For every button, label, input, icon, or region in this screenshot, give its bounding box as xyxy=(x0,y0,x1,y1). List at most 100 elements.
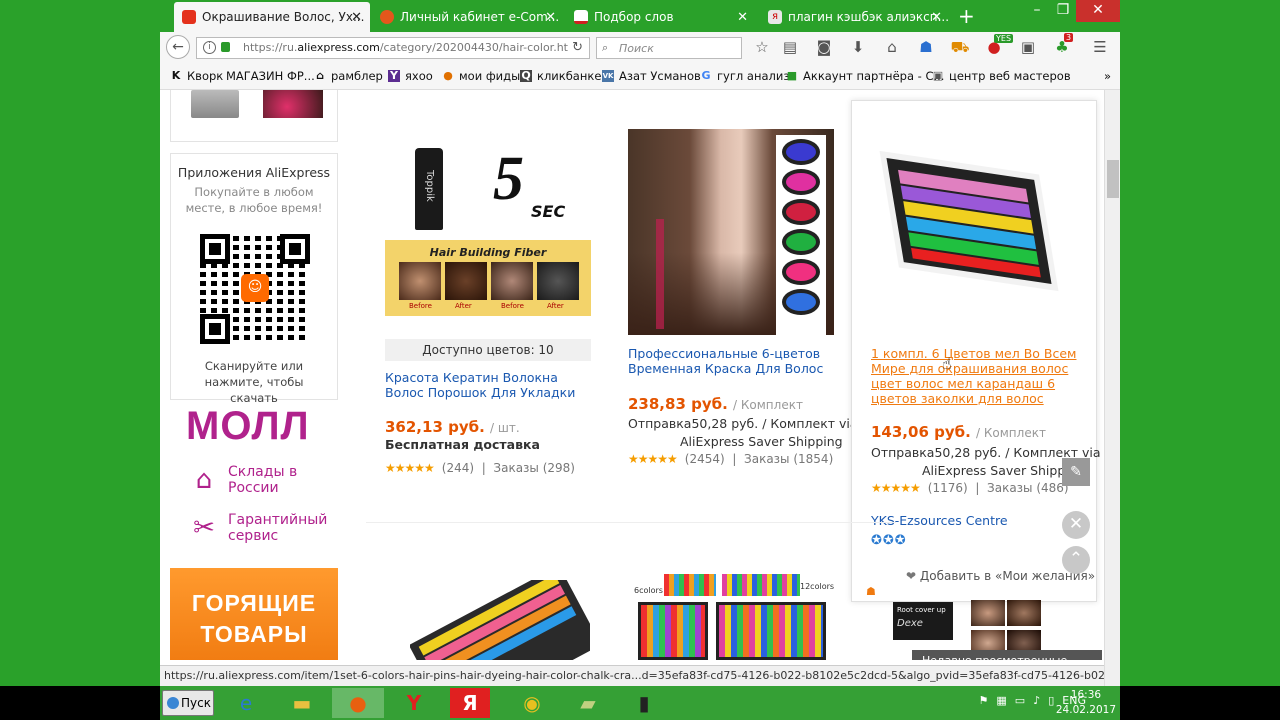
tab-aliexpress[interactable]: Окрашивание Волос, Ух... ✕ xyxy=(174,2,370,32)
clickbank-icon: Q xyxy=(520,69,532,82)
menu-icon[interactable]: ☰ xyxy=(1090,38,1110,56)
product-image-2[interactable] xyxy=(628,129,834,335)
more-bookmarks-icon[interactable]: » xyxy=(1104,69,1111,83)
recently-viewed-panel[interactable]: Недавно просмотренные xyxy=(912,650,1102,660)
seller-link[interactable]: YKS-Ezsources Centre xyxy=(871,513,1008,528)
firefox-icon[interactable]: ● xyxy=(332,688,384,718)
extension-icon[interactable]: ♣ 3 xyxy=(1052,33,1074,56)
shipping-line-2: AliExpress Saver Shipping xyxy=(922,463,1085,478)
close-circle-icon[interactable]: ✕ xyxy=(1062,511,1090,539)
camera-icon[interactable]: ▮ xyxy=(618,688,670,718)
reload-icon[interactable]: ↻ xyxy=(572,40,583,55)
bookmark-partner[interactable]: ■ Аккаунт партнёра - С... xyxy=(786,69,945,83)
reviews-count[interactable]: (2454) xyxy=(685,452,725,466)
price-unit: / Комплект xyxy=(733,398,803,412)
bookmark-clickbank[interactable]: Qкликбанке xyxy=(520,69,601,83)
taskbar: Пуск e ▬ ● Y Я ◉ ▰ ▮ ⚑ ▦ ▭ ♪ ▯ ENG 16:36… xyxy=(160,686,1120,720)
tab-label: плагин кэшбэк алиэксп... xyxy=(788,10,950,24)
bookmark-vk[interactable]: VK Азат Усманов xyxy=(602,69,701,83)
bookmark-star-icon[interactable]: ☆ xyxy=(752,38,772,56)
bookmark-yahoo[interactable]: Yяхоо xyxy=(388,69,433,83)
flag-icon[interactable]: ⚑ xyxy=(979,694,989,707)
hair-photo xyxy=(1007,600,1041,626)
home-icon[interactable]: ⌂ xyxy=(882,38,902,56)
scalp-photo xyxy=(537,262,579,300)
tab-ecommerce[interactable]: Личный кабинет e-Com... ✕ xyxy=(372,2,564,32)
reader-icon[interactable]: ▤ xyxy=(780,38,800,56)
monitor-icon[interactable]: ▭ xyxy=(1015,694,1025,707)
yandex-browser-icon[interactable]: Я xyxy=(450,688,490,718)
product-thumb[interactable] xyxy=(191,90,239,118)
ie-icon[interactable]: e xyxy=(220,688,272,718)
start-button[interactable]: Пуск xyxy=(162,690,214,716)
product-image-3[interactable] xyxy=(874,151,1064,311)
mall-warehouses[interactable]: ⌂ Склады в России xyxy=(188,464,298,496)
scalp-photo xyxy=(491,262,533,300)
page-content: Приложения AliExpress Покупайте в любом … xyxy=(160,90,1104,660)
pocket-icon[interactable]: ◙ xyxy=(814,38,834,56)
bookmark-label: кликбанке xyxy=(537,69,602,83)
notes-icon[interactable]: ▰ xyxy=(562,688,614,718)
reviews-count[interactable]: (244) xyxy=(442,461,474,475)
mall-guarantee[interactable]: ✂ Гарантийный сервис xyxy=(188,512,328,544)
tab-plugin[interactable]: я плагин кэшбэк алиэксп... ✕ xyxy=(760,2,950,32)
search-input[interactable]: ⌕ Поиск xyxy=(596,37,742,59)
qr-corner xyxy=(280,234,310,264)
yahoo-icon: Y xyxy=(388,70,400,82)
product-title-2[interactable]: Профессиональные 6-цветов Временная Крас… xyxy=(628,346,838,376)
back-button[interactable]: ← xyxy=(166,35,190,59)
chrome-icon[interactable]: ◉ xyxy=(506,688,558,718)
address-bar[interactable]: i https://ru.aliexpress.com/category/202… xyxy=(196,37,590,59)
tab-label: Личный кабинет e-Com... xyxy=(400,10,560,24)
folder-icon[interactable]: ▬ xyxy=(276,688,328,718)
product-image-4[interactable] xyxy=(410,580,590,660)
search-placeholder: Поиск xyxy=(619,42,654,55)
price-value: 362,13 руб. xyxy=(385,418,485,436)
close-tab-icon[interactable]: ✕ xyxy=(351,10,362,25)
product-thumb[interactable] xyxy=(263,90,323,118)
new-tab-button[interactable]: + xyxy=(958,4,975,28)
hot-deals-banner[interactable]: ГОРЯЩИЕ ТОВАРЫ xyxy=(170,568,338,660)
profile-icon[interactable]: ☗ xyxy=(916,38,936,56)
yandex-icon[interactable]: Y xyxy=(388,688,440,718)
bookmark-rambler[interactable]: ⌂ рамблер xyxy=(314,69,383,83)
battery-icon[interactable]: ▯ xyxy=(1048,694,1054,707)
chalk-set xyxy=(716,602,826,660)
close-tab-icon[interactable]: ✕ xyxy=(931,10,942,25)
volume-icon[interactable]: ♪ xyxy=(1033,694,1040,707)
close-tab-icon[interactable]: ✕ xyxy=(737,10,748,25)
product-title-3[interactable]: 1 компл. 6 Цветов мел Во Всем Мире для о… xyxy=(871,346,1081,406)
info-icon[interactable]: i xyxy=(203,41,216,54)
download-icon[interactable]: ⬇ xyxy=(848,38,868,56)
mall-title[interactable]: МОЛЛ xyxy=(186,404,310,449)
product-title-1[interactable]: Красота Кератин Волокна Волос Порошок Дл… xyxy=(385,370,595,400)
scroll-top-icon[interactable]: ⌃ xyxy=(1062,546,1090,574)
reviews-count[interactable]: (1176) xyxy=(928,481,968,495)
yes-extension-icon[interactable]: ● YES xyxy=(984,34,1014,56)
product-image-5[interactable]: 6colors 12colors xyxy=(628,572,834,660)
vertical-scrollbar[interactable] xyxy=(1104,90,1120,686)
restore-button[interactable]: ❐ xyxy=(1046,0,1080,22)
gift-icon[interactable]: ▣ xyxy=(1018,38,1038,56)
close-tab-icon[interactable]: ✕ xyxy=(545,10,556,25)
edit-icon[interactable]: ✎ xyxy=(1062,458,1090,486)
product-card-hover[interactable]: 1 компл. 6 Цветов мел Во Всем Мире для о… xyxy=(851,100,1101,602)
clock[interactable]: 16:36 24.02.2017 xyxy=(1056,688,1116,718)
scrollbar-thumb[interactable] xyxy=(1107,160,1119,198)
bookmark-kwork[interactable]: K Кворк xyxy=(170,69,224,83)
separator: | xyxy=(975,481,980,495)
close-window-button[interactable]: ✕ xyxy=(1076,0,1120,22)
orders-count: Заказы (298) xyxy=(493,461,575,475)
bookmark-google-analytics[interactable]: Gгугл анализ xyxy=(700,69,789,83)
brand-label: Dexe xyxy=(897,618,923,629)
chart-favicon-icon xyxy=(574,10,588,24)
cart-icon[interactable]: ⛟ xyxy=(950,38,970,58)
bookmark-webmaster[interactable]: ▣ центр веб мастеров xyxy=(932,69,1071,83)
bookmark-shop[interactable]: МАГАЗИН ФР... xyxy=(226,69,315,83)
browser-window: Окрашивание Волос, Ух... ✕ Личный кабине… xyxy=(160,0,1120,686)
network-icon[interactable]: ▦ xyxy=(996,694,1006,707)
tab-wordstat[interactable]: Подбор слов ✕ xyxy=(566,2,756,32)
bookmark-feeds[interactable]: ● мои фиды xyxy=(442,69,520,83)
product-image-1[interactable]: Toppik 5 SEC Hair Building Fiber Before … xyxy=(385,130,591,336)
bookmark-label: Азат Усманов xyxy=(619,69,701,83)
